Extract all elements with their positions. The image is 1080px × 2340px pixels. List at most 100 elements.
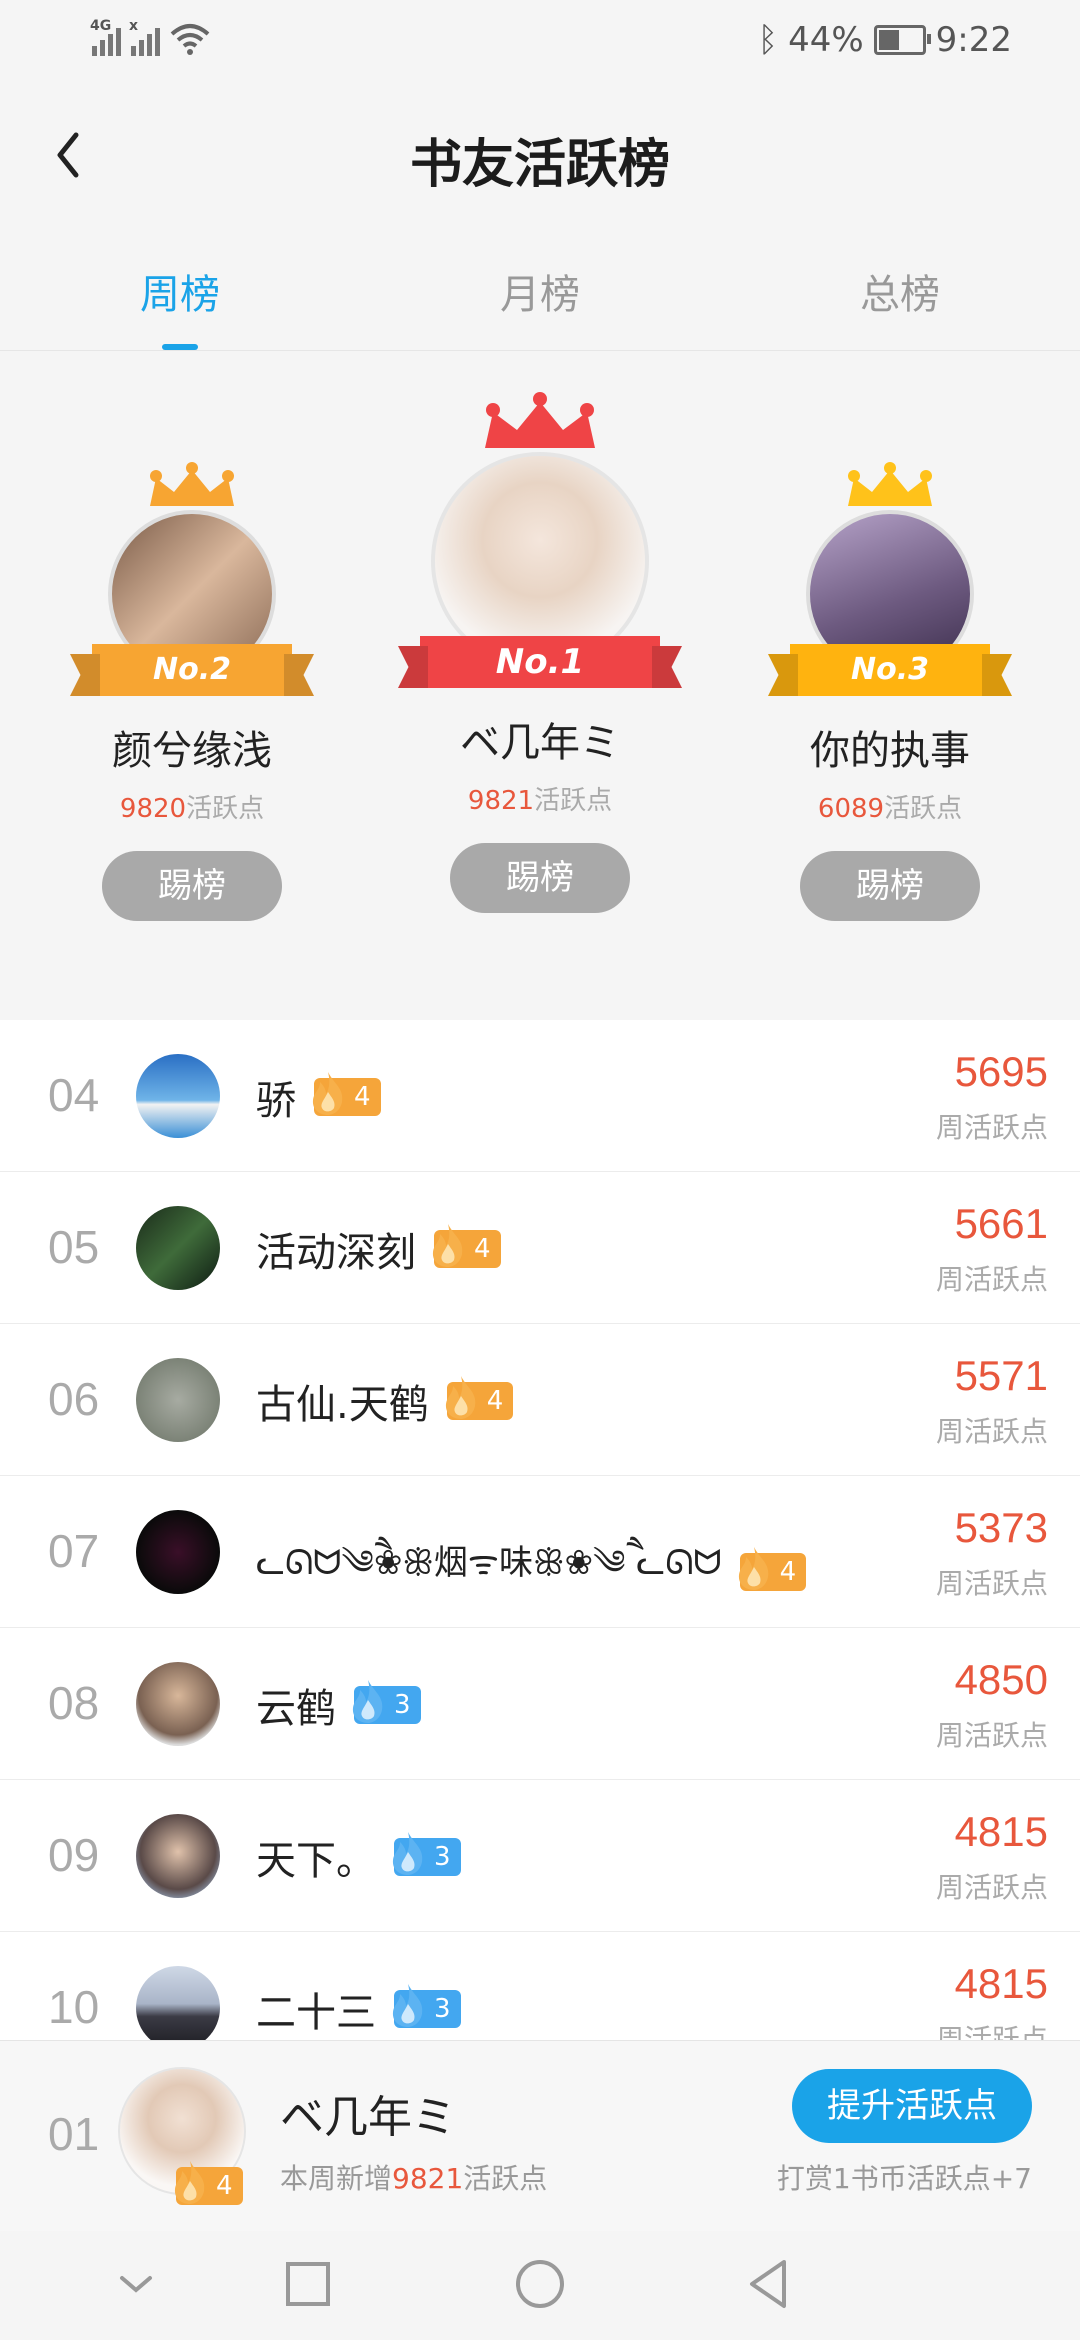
- avatar[interactable]: [136, 1966, 220, 2040]
- list-item[interactable]: 06 古仙.天鹤 4 5571 周活跃点: [0, 1324, 1080, 1476]
- user-name: ベ几年ミ: [460, 720, 620, 766]
- list-item[interactable]: 04 骄 4 5695 周活跃点: [0, 1020, 1080, 1172]
- battery-icon: [873, 25, 931, 55]
- avatar[interactable]: [136, 1206, 220, 1290]
- flame-icon: [174, 2161, 205, 2204]
- score-value: 5695: [954, 1048, 1048, 1095]
- rank-ribbon: No.3: [790, 644, 990, 696]
- podium-second: No.2 颜兮缘浅 9820活跃点 踢榜: [72, 462, 312, 921]
- tab-weekly[interactable]: 周榜: [0, 250, 360, 350]
- list-item[interactable]: 09 天下。 3 4815 周活跃点: [0, 1780, 1080, 1932]
- status-right: ᛒ 44% 9:22: [758, 20, 1012, 60]
- reward-hint: 打赏1书币活跃点+7: [776, 2162, 1032, 2195]
- crown-icon: [485, 392, 595, 448]
- user-name: 云鹤: [256, 1686, 336, 1732]
- my-rank-number: 01: [48, 2108, 100, 2160]
- score-label: 周活跃点: [935, 1567, 1048, 1600]
- rank-number: 08: [48, 1677, 100, 1729]
- rank-number: 07: [48, 1525, 100, 1577]
- battery-percent: 44%: [788, 20, 864, 60]
- user-name: 颜兮缘浅: [112, 728, 272, 774]
- flame-icon: [445, 1376, 475, 1419]
- score-value: 5571: [954, 1352, 1048, 1399]
- flame-icon: [432, 1224, 463, 1267]
- flame-icon: [352, 1680, 383, 1723]
- user-name: 骄: [256, 1078, 296, 1124]
- activity-score: 6089活跃点: [817, 794, 963, 824]
- bluetooth-icon: ᛒ: [757, 20, 779, 60]
- list-item[interactable]: 08 云鹤 3 4850 周活跃点: [0, 1628, 1080, 1780]
- header: 书友活跃榜: [0, 100, 1080, 210]
- home-icon[interactable]: [510, 2254, 570, 2314]
- level-badge: 4: [174, 2161, 243, 2205]
- list-item[interactable]: 10 二十三 3 4815 周活跃点: [0, 1932, 1080, 2040]
- flame-icon: [392, 1984, 423, 2027]
- score-value: 4850: [954, 1656, 1048, 1703]
- rank-ribbon: No.2: [92, 644, 292, 696]
- level-badge: 3: [392, 1832, 461, 1876]
- activity-score: 9821活跃点: [467, 786, 613, 816]
- clock: 9:22: [935, 20, 1012, 60]
- score-label: 周活跃点: [935, 1719, 1048, 1752]
- list-item[interactable]: 07 ᓚᘏᗢ༄ཻ❀ꕥ烟ᯤ味ꕥ❀༄ཻ ᓚᘏᗢ 4 5373 周活跃点: [0, 1476, 1080, 1628]
- rank-number: 10: [48, 1981, 100, 2033]
- podium-third: No.3 你的执事 6089活跃点 踢榜: [770, 462, 1010, 921]
- chevron-down-icon[interactable]: [106, 2254, 166, 2314]
- status-bar: 4G x ᛒ 44% 9:22: [0, 0, 1080, 84]
- rank-number: 05: [48, 1221, 100, 1273]
- avatar[interactable]: [136, 1510, 220, 1594]
- flame-icon: [738, 1547, 768, 1590]
- level-badge: 4: [312, 1072, 381, 1116]
- score-value: 4815: [954, 1960, 1048, 2007]
- list-item[interactable]: 05 活动深刻 4 5661 周活跃点: [0, 1172, 1080, 1324]
- crown-icon: [150, 462, 234, 506]
- kick-button[interactable]: 踢榜: [102, 851, 282, 921]
- ranking-list: 04 骄 4 5695 周活跃点 05 活动深刻 4 5661 周活跃点 06 …: [0, 1020, 1080, 2040]
- back-nav-icon[interactable]: [740, 2254, 800, 2314]
- user-name: 活动深刻: [256, 1230, 416, 1276]
- flame-icon: [392, 1832, 423, 1875]
- page-title: 书友活跃榜: [409, 135, 670, 195]
- boost-activity-button[interactable]: 提升活跃点: [792, 2069, 1032, 2143]
- recent-apps-icon[interactable]: [278, 2254, 338, 2314]
- avatar[interactable]: [136, 1054, 220, 1138]
- kick-button[interactable]: 踢榜: [800, 851, 980, 921]
- rank-number: 04: [48, 1069, 100, 1121]
- cellular-signal-icon: 4G: [90, 18, 121, 56]
- user-name: 二十三: [256, 1990, 376, 2036]
- podium-first: No.1 ベ几年ミ 9821活跃点 踢榜: [400, 392, 680, 913]
- flame-icon: [312, 1072, 343, 1115]
- level-badge: 4: [738, 1547, 807, 1591]
- kick-button[interactable]: 踢榜: [450, 843, 630, 913]
- score-label: 周活跃点: [935, 1263, 1048, 1296]
- level-badge: 4: [445, 1376, 514, 1420]
- user-name: 你的执事: [810, 728, 970, 774]
- user-name: 古仙.天鹤: [256, 1382, 429, 1428]
- score-label: 周活跃点: [935, 1871, 1048, 1904]
- user-name: ᓚᘏᗢ༄ཻ❀ꕥ烟ᯤ味ꕥ❀༄ཻ ᓚᘏᗢ: [256, 1543, 722, 1583]
- my-user-name: ベ几年ミ: [280, 2092, 456, 2143]
- level-badge: 4: [432, 1224, 501, 1268]
- score-label: 周活跃点: [935, 1415, 1048, 1448]
- my-rank-bar: 01 4 ベ几年ミ 本周新增9821活跃点 提升活跃点 打赏1书币活跃点+7: [0, 2040, 1080, 2231]
- score-label: 周活跃点: [935, 2023, 1048, 2040]
- crown-icon: [848, 462, 932, 506]
- rank-number: 06: [48, 1373, 100, 1425]
- user-name: 天下。: [256, 1838, 376, 1884]
- avatar[interactable]: [136, 1814, 220, 1898]
- avatar[interactable]: [136, 1358, 220, 1442]
- tab-bar: 周榜 月榜 总榜: [0, 250, 1080, 351]
- weekly-gain-text: 本周新增9821活跃点: [280, 2162, 548, 2195]
- activity-score: 9820活跃点: [119, 794, 265, 824]
- rank-ribbon: No.1: [420, 636, 660, 688]
- score-value: 5661: [954, 1200, 1048, 1247]
- avatar[interactable]: [136, 1662, 220, 1746]
- level-badge: 3: [392, 1984, 461, 2028]
- tab-total[interactable]: 总榜: [720, 250, 1080, 350]
- status-left: 4G x: [90, 18, 210, 56]
- tab-monthly[interactable]: 月榜: [360, 250, 720, 350]
- score-label: 周活跃点: [935, 1111, 1048, 1144]
- cellular-signal-2-icon: x: [129, 18, 160, 56]
- level-badge: 3: [352, 1680, 421, 1724]
- system-navigation-bar: [0, 2232, 1080, 2340]
